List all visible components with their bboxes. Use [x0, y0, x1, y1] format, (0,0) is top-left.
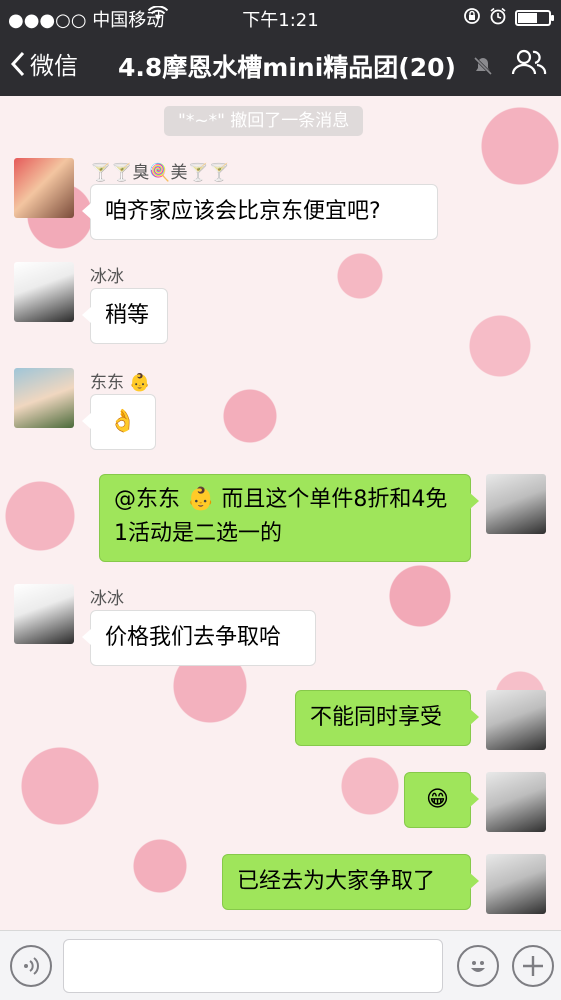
avatar[interactable] [486, 772, 546, 832]
message-bubble[interactable]: 咱齐家应该会比京东便宜吧? [82, 184, 438, 240]
rotation-lock-icon [463, 7, 481, 29]
plus-icon[interactable] [512, 945, 554, 987]
message-bubble[interactable]: 😁 [404, 772, 479, 828]
avatar[interactable] [486, 690, 546, 750]
avatar[interactable] [14, 158, 74, 218]
sender-name: 🍸🍸臭🍭美🍸🍸 [90, 163, 230, 183]
input-bar [0, 930, 561, 1000]
back-chevron-icon [10, 51, 25, 76]
emoji-icon[interactable] [457, 945, 499, 987]
alarm-icon [489, 7, 507, 29]
sender-name: 东东 👶 [90, 373, 151, 393]
avatar[interactable] [14, 584, 74, 644]
sender-name: 冰冰 [90, 589, 124, 609]
message-bubble[interactable]: 👌 [82, 394, 156, 450]
status-bar: ●●●○○ 中国移动 下午1:21 [0, 0, 561, 34]
message-bubble[interactable]: 稍等 [82, 288, 168, 344]
nav-bar: 微信 4.8摩恩水槽mini精品团(20) [0, 34, 561, 96]
chat-area[interactable]: "*~*" 撤回了一条消息 🍸🍸臭🍭美🍸🍸 咱齐家应该会比京东便宜吧? 冰冰 稍… [0, 96, 561, 930]
group-members-icon[interactable] [511, 48, 547, 80]
status-right [463, 7, 554, 29]
message-bubble[interactable]: @东东 👶 而且这个单件8折和4免1活动是二选一的 [99, 474, 479, 562]
voice-icon[interactable] [10, 945, 52, 987]
avatar[interactable] [486, 854, 546, 914]
sender-name: 冰冰 [90, 267, 124, 287]
back-label: 微信 [30, 52, 78, 80]
message-bubble[interactable]: 不能同时享受 [295, 690, 479, 746]
avatar[interactable] [486, 474, 546, 534]
message-bubble[interactable]: 已经去为大家争取了 [222, 854, 479, 910]
system-message: "*~*" 撤回了一条消息 [164, 106, 364, 136]
battery-icon [515, 10, 554, 26]
chat-title: 4.8摩恩水槽mini精品团(20) [118, 53, 456, 82]
top-bar: ●●●○○ 中国移动 下午1:21 微信 4.8摩恩水槽mini精品团(20) [0, 0, 561, 96]
message-input[interactable] [63, 939, 443, 993]
avatar[interactable] [14, 368, 74, 428]
mute-icon [473, 56, 493, 80]
back-button[interactable]: 微信 [10, 46, 78, 81]
avatar[interactable] [14, 262, 74, 322]
message-bubble[interactable]: 价格我们去争取哈 [82, 610, 316, 666]
